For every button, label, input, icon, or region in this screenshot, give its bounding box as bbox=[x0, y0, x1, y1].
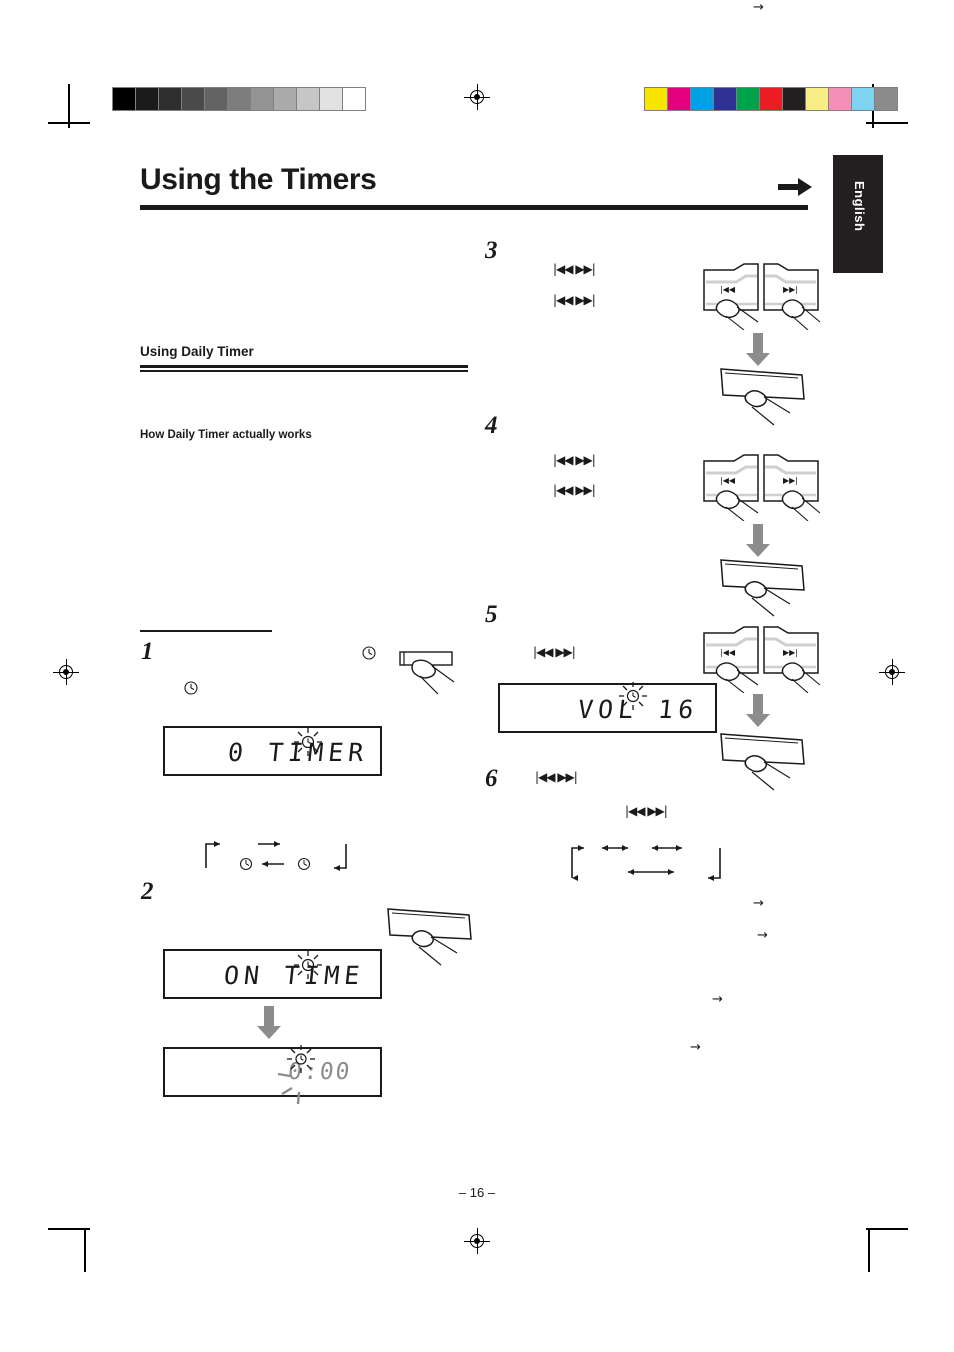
step-number-4: 4 bbox=[485, 412, 498, 439]
transport-glyphs-step6-bottom: |◀◀ ▶▶| bbox=[625, 804, 668, 818]
button-pair-illustration-step5: |◀◀ ▶▶| bbox=[700, 625, 822, 698]
down-arrow-step2 bbox=[256, 1006, 282, 1045]
registration-mark-bottom bbox=[464, 1228, 490, 1254]
registration-mark-right bbox=[879, 659, 905, 685]
blink-rays-time-value bbox=[276, 1060, 322, 1111]
grayscale-swatch bbox=[274, 88, 297, 110]
color-swatch bbox=[783, 88, 806, 110]
source-selection-flow-diagram bbox=[562, 840, 732, 889]
down-arrow-step5 bbox=[745, 694, 771, 733]
color-swatch bbox=[691, 88, 714, 110]
grayscale-swatch bbox=[136, 88, 159, 110]
language-tab-label: English bbox=[852, 181, 867, 232]
crop-mark-bottom-right-horizontal bbox=[866, 1228, 908, 1230]
transport-glyphs-step5: |◀◀ ▶▶| bbox=[533, 645, 576, 659]
step-number-5: 5 bbox=[485, 601, 498, 628]
section-divider-thick bbox=[140, 365, 468, 368]
language-tab: English bbox=[833, 155, 883, 273]
transport-glyphs-step3-top: |◀◀ ▶▶| bbox=[553, 262, 596, 276]
transport-glyphs-step4-top: |◀◀ ▶▶| bbox=[553, 453, 596, 467]
source-arrow-3-icon: → bbox=[753, 0, 764, 15]
grayscale-swatch bbox=[343, 88, 365, 110]
transport-glyphs-step4-bottom: |◀◀ ▶▶| bbox=[553, 483, 596, 497]
registration-mark-left bbox=[53, 659, 79, 685]
source-arrow-2-icon: → bbox=[757, 928, 768, 943]
registration-mark-top bbox=[464, 84, 490, 110]
clock-icon-step1-inline bbox=[362, 646, 376, 665]
color-swatch bbox=[668, 88, 691, 110]
set-button-illustration-step4 bbox=[718, 556, 810, 623]
color-swatch bbox=[714, 88, 737, 110]
grayscale-swatch bbox=[297, 88, 320, 110]
title-divider bbox=[140, 205, 808, 210]
color-swatch bbox=[645, 88, 668, 110]
subsection-heading: How Daily Timer actually works bbox=[140, 429, 312, 441]
step-number-1: 1 bbox=[141, 638, 154, 665]
grayscale-swatch bbox=[320, 88, 343, 110]
grayscale-swatch bbox=[113, 88, 136, 110]
button-pair-illustration-step3: |◀◀ ▶▶| bbox=[700, 262, 822, 335]
step-number-2: 2 bbox=[141, 878, 154, 905]
timer-mode-flow-diagram bbox=[196, 838, 356, 879]
svg-text:|◀◀: |◀◀ bbox=[720, 648, 736, 657]
section-divider-thin bbox=[140, 370, 468, 372]
svg-text:▶▶|: ▶▶| bbox=[783, 285, 798, 294]
svg-text:|◀◀: |◀◀ bbox=[720, 285, 736, 294]
grayscale-swatch bbox=[182, 88, 205, 110]
source-arrow-5-icon: → bbox=[690, 1040, 701, 1055]
set-button-illustration-step5 bbox=[718, 730, 810, 797]
transport-glyphs-step6-top: |◀◀ ▶▶| bbox=[535, 770, 578, 784]
crop-mark-bottom-left-vertical bbox=[84, 1228, 86, 1272]
section-arrow-icon bbox=[778, 178, 812, 196]
page-number: – 16 – bbox=[458, 1185, 496, 1200]
color-swatch bbox=[806, 88, 829, 110]
crop-mark-bottom-left-horizontal bbox=[48, 1228, 90, 1230]
svg-text:|◀◀: |◀◀ bbox=[720, 476, 736, 485]
step-list-divider bbox=[140, 630, 272, 632]
set-button-illustration-step3 bbox=[718, 365, 810, 432]
svg-text:▶▶|: ▶▶| bbox=[783, 476, 798, 485]
color-swatch bbox=[760, 88, 783, 110]
grayscale-swatch bbox=[205, 88, 228, 110]
grayscale-calibration-bar bbox=[112, 87, 366, 111]
blinking-clock-indicator-step1 bbox=[293, 727, 323, 757]
crop-mark-top-left-horizontal bbox=[48, 122, 90, 124]
color-swatch bbox=[737, 88, 760, 110]
grayscale-swatch bbox=[159, 88, 182, 110]
source-arrow-4-icon: → bbox=[712, 992, 723, 1007]
button-pair-illustration-step4: |◀◀ ▶▶| bbox=[700, 453, 822, 526]
source-arrow-1-icon: → bbox=[753, 896, 764, 911]
step-number-6: 6 bbox=[485, 765, 498, 792]
color-swatch bbox=[852, 88, 875, 110]
page-title: Using the Timers bbox=[140, 163, 377, 196]
blinking-clock-indicator-step2 bbox=[293, 950, 323, 980]
grayscale-swatch bbox=[251, 88, 274, 110]
transport-glyphs-step3-bottom: |◀◀ ▶▶| bbox=[553, 293, 596, 307]
blinking-clock-indicator-step5 bbox=[618, 681, 648, 711]
svg-text:▶▶|: ▶▶| bbox=[783, 648, 798, 657]
color-calibration-bar bbox=[644, 87, 898, 111]
finger-press-illustration-step1 bbox=[398, 648, 464, 703]
finger-press-illustration-step2 bbox=[385, 905, 477, 972]
color-swatch bbox=[875, 88, 897, 110]
section-heading: Using Daily Timer bbox=[140, 344, 254, 359]
crop-mark-top-right-horizontal bbox=[866, 122, 908, 124]
crop-mark-bottom-right-vertical bbox=[868, 1228, 870, 1272]
clock-icon-step1-body bbox=[184, 681, 198, 700]
step-number-3: 3 bbox=[485, 237, 498, 264]
color-swatch bbox=[829, 88, 852, 110]
grayscale-swatch bbox=[228, 88, 251, 110]
